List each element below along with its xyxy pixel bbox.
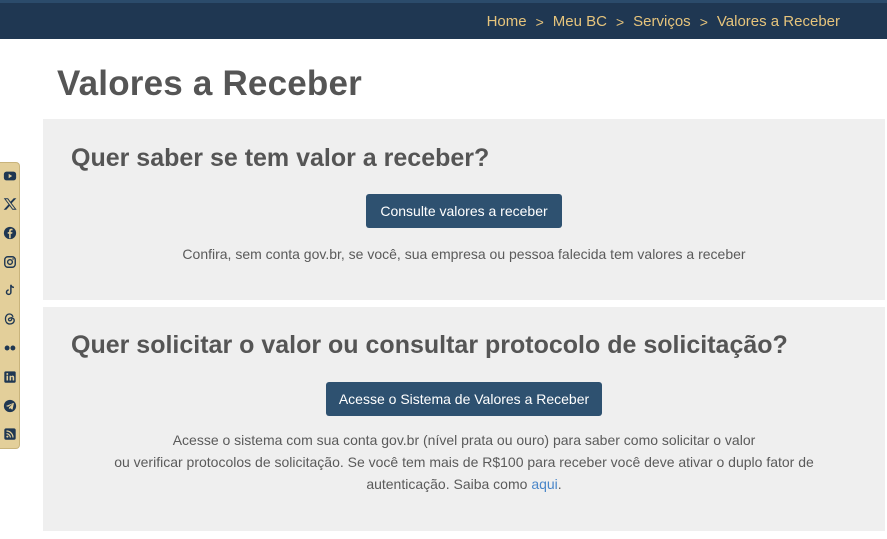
request-description-end: . [557, 476, 562, 492]
help-link[interactable]: aqui [531, 476, 557, 492]
rss-icon[interactable] [2, 426, 18, 442]
youtube-icon[interactable] [2, 168, 18, 184]
breadcrumb-separator: > [535, 13, 544, 30]
consult-section: Quer saber se tem valor a receber? Consu… [43, 119, 885, 300]
breadcrumb-valores-a-receber[interactable]: Valores a Receber [717, 13, 840, 30]
consult-description: Confira, sem conta gov.br, se você, sua … [182, 246, 746, 262]
request-description-line2: ou verificar protocolos de solicitação. … [114, 454, 814, 492]
tiktok-icon[interactable] [2, 282, 18, 298]
page-title: Valores a Receber [57, 64, 362, 103]
flickr-icon[interactable] [2, 340, 18, 356]
consult-heading: Quer saber se tem valor a receber? [71, 144, 490, 172]
access-system-button[interactable]: Acesse o Sistema de Valores a Receber [326, 382, 602, 416]
request-section: Quer solicitar o valor ou consultar prot… [43, 307, 885, 531]
facebook-icon[interactable] [2, 225, 18, 241]
breadcrumb-home[interactable]: Home [487, 13, 527, 30]
top-bar: Home > Meu BC > Serviços > Valores a Rec… [0, 0, 887, 39]
breadcrumb-separator: > [699, 13, 708, 30]
request-description: Acesse o sistema com sua conta gov.br (n… [43, 429, 885, 495]
request-heading: Quer solicitar o valor ou consultar prot… [71, 331, 788, 359]
breadcrumb-separator: > [615, 13, 625, 30]
social-bar [0, 162, 20, 449]
request-description-line1: Acesse o sistema com sua conta gov.br (n… [172, 432, 756, 448]
x-icon[interactable] [2, 196, 18, 212]
instagram-icon[interactable] [2, 254, 18, 270]
threads-icon[interactable] [2, 311, 18, 327]
linkedin-icon[interactable] [2, 369, 18, 385]
consult-values-button[interactable]: Consulte valores a receber [366, 194, 562, 228]
breadcrumb-servicos[interactable]: Serviços [633, 13, 691, 30]
breadcrumb: Home > Meu BC > Serviços > Valores a Rec… [487, 13, 840, 30]
telegram-icon[interactable] [2, 398, 18, 414]
breadcrumb-meu-bc[interactable]: Meu BC [553, 13, 607, 30]
